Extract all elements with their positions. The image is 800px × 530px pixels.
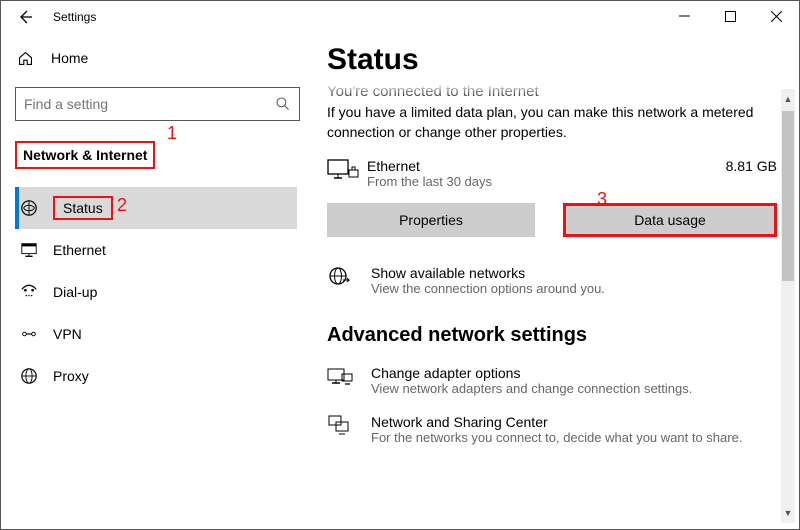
adapter-options-link[interactable]: Change adapter options View network adap…	[327, 365, 777, 396]
sidebar-item-home[interactable]: Home	[15, 39, 297, 77]
scroll-up-icon[interactable]: ▲	[781, 91, 795, 107]
sidebar: Home Network & Internet 1 Status 2	[1, 33, 311, 529]
dialup-icon	[19, 283, 39, 301]
network-name: Ethernet	[367, 158, 707, 174]
status-icon	[19, 199, 39, 217]
window-controls	[661, 1, 799, 31]
maximize-button[interactable]	[707, 1, 753, 31]
globe-icon	[327, 265, 357, 296]
sidebar-item-proxy[interactable]: Proxy	[15, 355, 297, 397]
annotation-3: 3	[597, 189, 607, 210]
home-icon	[17, 50, 35, 67]
scroll-down-icon[interactable]: ▼	[781, 505, 795, 521]
sharing-sub: For the networks you connect to, decide …	[371, 430, 742, 445]
sidebar-item-label: Dial-up	[53, 284, 97, 300]
scrollbar-thumb[interactable]	[782, 111, 794, 281]
adapter-sub: View network adapters and change connect…	[371, 381, 692, 396]
annotation-1: 1	[167, 123, 177, 144]
minimize-button[interactable]	[661, 1, 707, 31]
adapter-icon	[327, 365, 357, 396]
close-button[interactable]	[753, 1, 799, 31]
data-usage-button[interactable]: Data usage	[563, 203, 777, 237]
advanced-heading: Advanced network settings	[327, 324, 777, 347]
sharing-title: Network and Sharing Center	[371, 414, 742, 430]
window-title: Settings	[53, 10, 96, 24]
network-sub: From the last 30 days	[367, 174, 707, 189]
show-networks-link[interactable]: Show available networks View the connect…	[327, 265, 777, 296]
sidebar-item-dialup[interactable]: Dial-up	[15, 271, 297, 313]
sidebar-item-label: VPN	[53, 326, 82, 342]
page-title: Status	[327, 43, 777, 77]
sharing-center-link[interactable]: Network and Sharing Center For the netwo…	[327, 414, 777, 445]
sidebar-item-status[interactable]: Status 2	[15, 187, 297, 229]
network-row: Ethernet From the last 30 days 8.81 GB	[327, 158, 777, 189]
annotation-2: 2	[117, 195, 127, 216]
network-usage-value: 8.81 GB	[707, 158, 777, 174]
search-input[interactable]	[24, 96, 264, 112]
adapter-title: Change adapter options	[371, 365, 692, 381]
sidebar-item-ethernet[interactable]: Ethernet	[15, 229, 297, 271]
proxy-icon	[19, 367, 39, 385]
sidebar-item-label: Status	[63, 200, 103, 216]
search-icon	[275, 96, 291, 112]
vpn-icon	[19, 325, 39, 343]
ethernet-device-icon	[327, 158, 367, 186]
sidebar-item-label: Proxy	[53, 368, 89, 384]
data-usage-button-label: Data usage	[634, 212, 706, 228]
back-icon[interactable]	[17, 9, 37, 25]
status-description: If you have a limited data plan, you can…	[327, 103, 777, 142]
sidebar-item-vpn[interactable]: VPN	[15, 313, 297, 355]
sidebar-item-label: Ethernet	[53, 242, 106, 258]
sidebar-section-header: Network & Internet	[15, 141, 155, 169]
ethernet-icon	[19, 241, 39, 259]
show-networks-title: Show available networks	[371, 265, 605, 281]
sidebar-nav: Status 2 Ethernet Dial-up VPN	[15, 187, 297, 397]
main-pane: Status You're connected to the Internet …	[311, 33, 799, 529]
show-networks-sub: View the connection options around you.	[371, 281, 605, 296]
properties-button[interactable]: Properties	[327, 203, 535, 237]
properties-button-label: Properties	[399, 212, 463, 228]
home-label: Home	[51, 50, 88, 66]
search-box[interactable]	[15, 87, 300, 121]
truncated-status-line: You're connected to the Internet	[327, 83, 777, 97]
scrollbar[interactable]: ▲ ▼	[781, 89, 795, 523]
sharing-icon	[327, 414, 357, 445]
